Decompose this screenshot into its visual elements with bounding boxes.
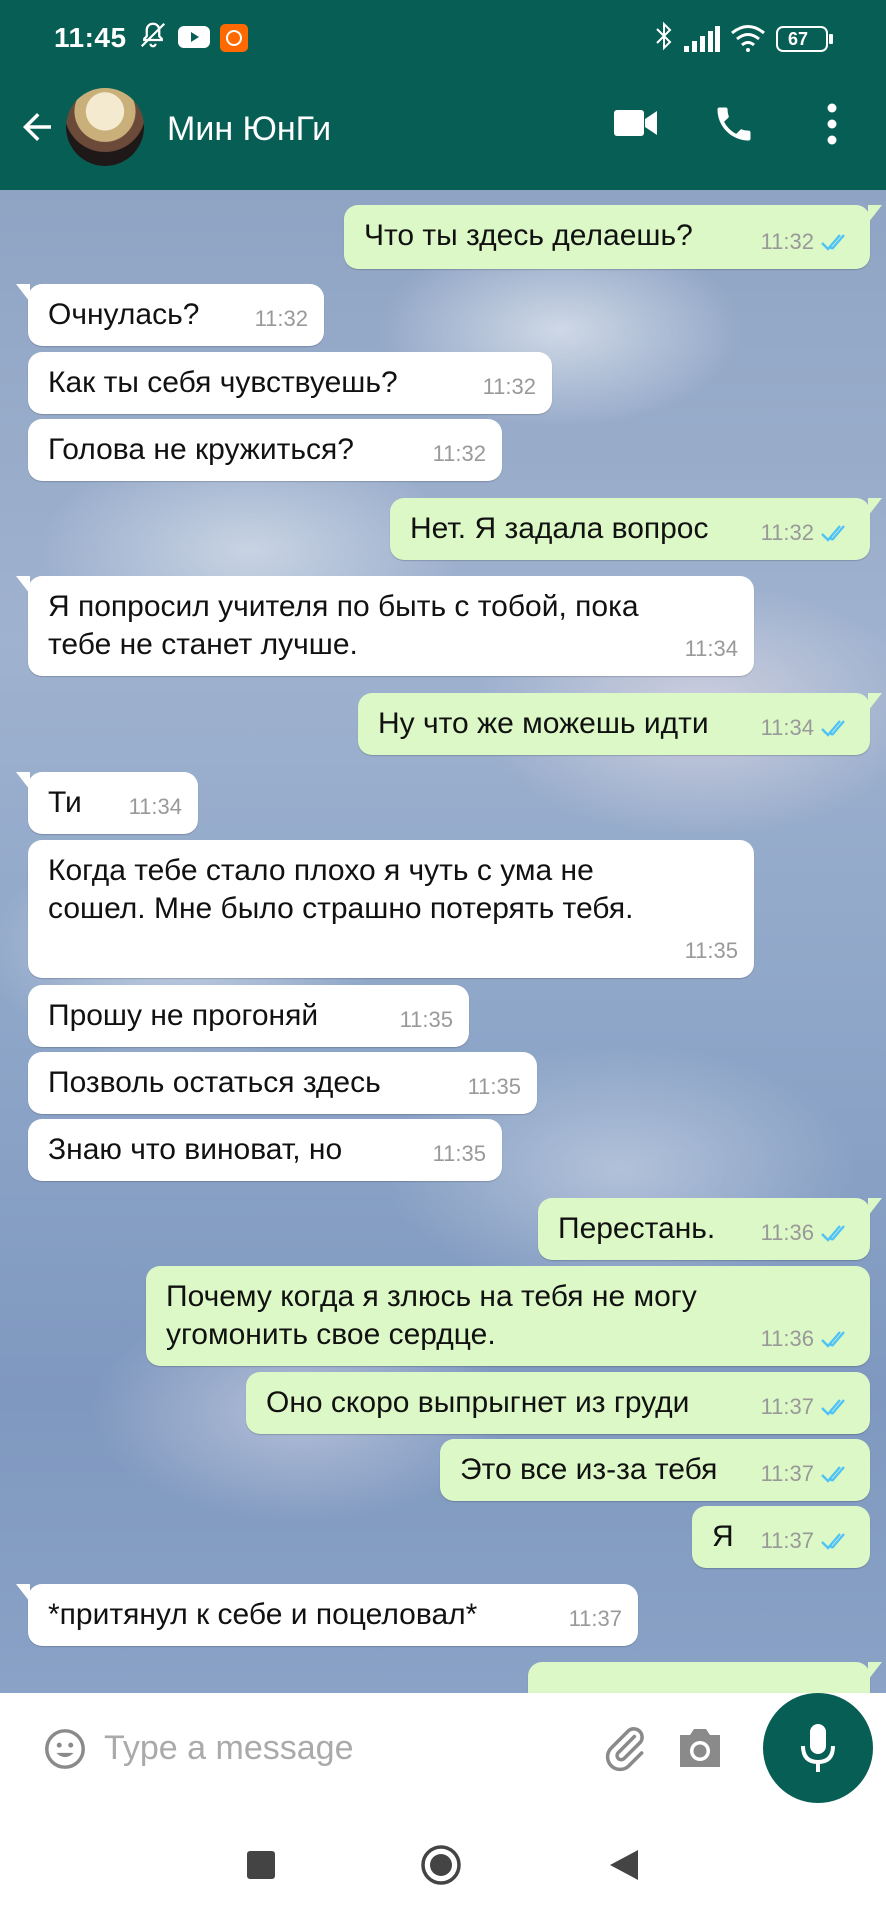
message-outgoing[interactable]: Ну что же можешь идти 11:34 [358,693,882,755]
read-ticks-icon [821,720,845,737]
bluetooth-icon [654,20,674,57]
message-time: 11:34 [760,715,814,740]
read-ticks-icon [821,234,845,251]
message-time: 11:32 [432,441,486,466]
message-time: 11:34 [128,794,182,819]
signal-icon [684,26,720,57]
read-ticks-icon [821,1466,845,1483]
message-composer [0,1693,886,1803]
message-time: 11:37 [568,1606,622,1631]
message-time: 11:35 [467,1074,521,1099]
message-incoming[interactable]: Знаю что виноват, но 11:35 [28,1119,502,1181]
message-time: 11:36 [760,1220,814,1245]
recents-button-icon[interactable] [247,1851,275,1884]
chat-area[interactable]: Что ты здесь делаешь? 11:32 Очнулась? 11… [0,190,886,1693]
message-text: Это все из-за тебя [460,1453,718,1486]
more-options-icon[interactable] [824,102,840,151]
read-ticks-icon [821,525,845,542]
message-text: Что ты здесь делаешь? [364,219,693,252]
message-time: 11:37 [760,1461,814,1486]
message-outgoing[interactable]: Оно скоро выпрыгнет из груди 11:37 [246,1372,870,1434]
read-ticks-icon [821,1533,845,1550]
message-time: 11:32 [760,520,814,545]
system-nav-bar [0,1812,886,1920]
battery-level: 67 [788,29,809,49]
message-incoming[interactable]: Позволь остаться здесь 11:35 [28,1052,537,1114]
message-text: Оно скоро выпрыгнет из груди [266,1386,690,1419]
message-text: Голова не кружиться? [48,433,354,466]
message-incoming[interactable]: *притянул к себе и поцеловал* 11:37 [16,1584,638,1646]
message-text: Знаю что виноват, но [48,1133,343,1166]
message-text: Прошу не прогоняй [48,999,319,1032]
camera-icon[interactable] [676,1725,724,1776]
message-text: Перестань. [558,1212,716,1245]
message-input[interactable] [104,1723,484,1773]
message-time: 11:36 [760,1326,814,1351]
attachment-icon[interactable] [600,1723,650,1778]
message-text: Позволь остаться здесь [48,1066,381,1099]
message-time: 11:34 [684,636,738,661]
message-outgoing[interactable]: Нет. Я задала вопрос 11:32 [390,498,882,560]
message-text: Я попросил учителя по быть с тобой, пока… [48,590,639,661]
message-text: Ти [48,786,82,819]
contact-avatar[interactable] [66,88,144,166]
message-time: 11:37 [760,1394,814,1419]
wifi-icon [730,24,766,57]
voice-record-button[interactable] [763,1693,873,1803]
message-input-pill [12,1693,750,1803]
read-ticks-icon [821,1399,845,1416]
youtube-icon [178,26,210,53]
message-incoming[interactable]: Прошу не прогоняй 11:35 [28,985,469,1047]
mi-app-icon [220,24,248,57]
message-text: Когда тебе стало плохо я чуть с ума не с… [48,854,634,925]
message-text: Как ты себя чувствуешь? [48,366,398,399]
message-time: 11:37 [760,1528,814,1553]
mute-bell-icon [138,20,168,55]
message-outgoing[interactable]: Я 11:37 [692,1506,870,1568]
chat-header: Мин ЮнГи [0,66,886,190]
message-outgoing[interactable]: Что ты здесь делаешь? 11:32 [344,205,882,269]
voice-call-icon[interactable] [712,102,756,151]
emoji-icon[interactable] [42,1726,88,1777]
message-time: 11:35 [432,1141,486,1166]
message-time: 11:35 [684,938,738,963]
message-text: Почему когда я злюсь на тебя не могу уго… [166,1280,697,1351]
message-incoming[interactable]: Как ты себя чувствуешь? 11:32 [28,352,552,414]
back-button-icon[interactable] [608,1848,640,1887]
message-incoming[interactable]: Ти 11:34 [16,772,198,834]
message-text: Ну что же можешь идти [378,707,709,740]
message-time: 11:32 [760,229,814,254]
message-time: 11:32 [254,306,308,331]
message-outgoing-partial[interactable] [528,1662,882,1693]
status-time: 11:45 [54,22,127,53]
read-ticks-icon [821,1225,845,1242]
message-incoming[interactable]: Очнулась? 11:32 [16,284,324,346]
message-text: Я [712,1520,734,1553]
message-outgoing[interactable]: Это все из-за тебя 11:37 [440,1439,870,1501]
message-time: 11:35 [399,1007,453,1032]
message-outgoing[interactable]: Почему когда я злюсь на тебя не могу уго… [146,1266,870,1366]
microphone-icon [801,1724,835,1772]
contact-name[interactable]: Мин ЮнГи [167,110,331,149]
home-button-icon[interactable] [420,1844,462,1891]
message-incoming[interactable]: Голова не кружиться? 11:32 [28,419,502,481]
status-bar: 11:45 67 [0,0,886,66]
message-text: *притянул к себе и поцеловал* [48,1598,478,1631]
back-arrow-icon[interactable] [16,106,58,153]
message-incoming[interactable]: Я попросил учителя по быть с тобой, пока… [16,576,754,676]
message-text: Очнулась? [48,298,200,331]
message-incoming[interactable]: Когда тебе стало плохо я чуть с ума не с… [28,840,754,978]
message-text: Нет. Я задала вопрос [410,512,709,545]
video-call-icon[interactable] [614,108,658,143]
message-outgoing[interactable]: Перестань. 11:36 [538,1198,882,1260]
read-ticks-icon [821,1331,845,1348]
message-time: 11:32 [482,374,536,399]
